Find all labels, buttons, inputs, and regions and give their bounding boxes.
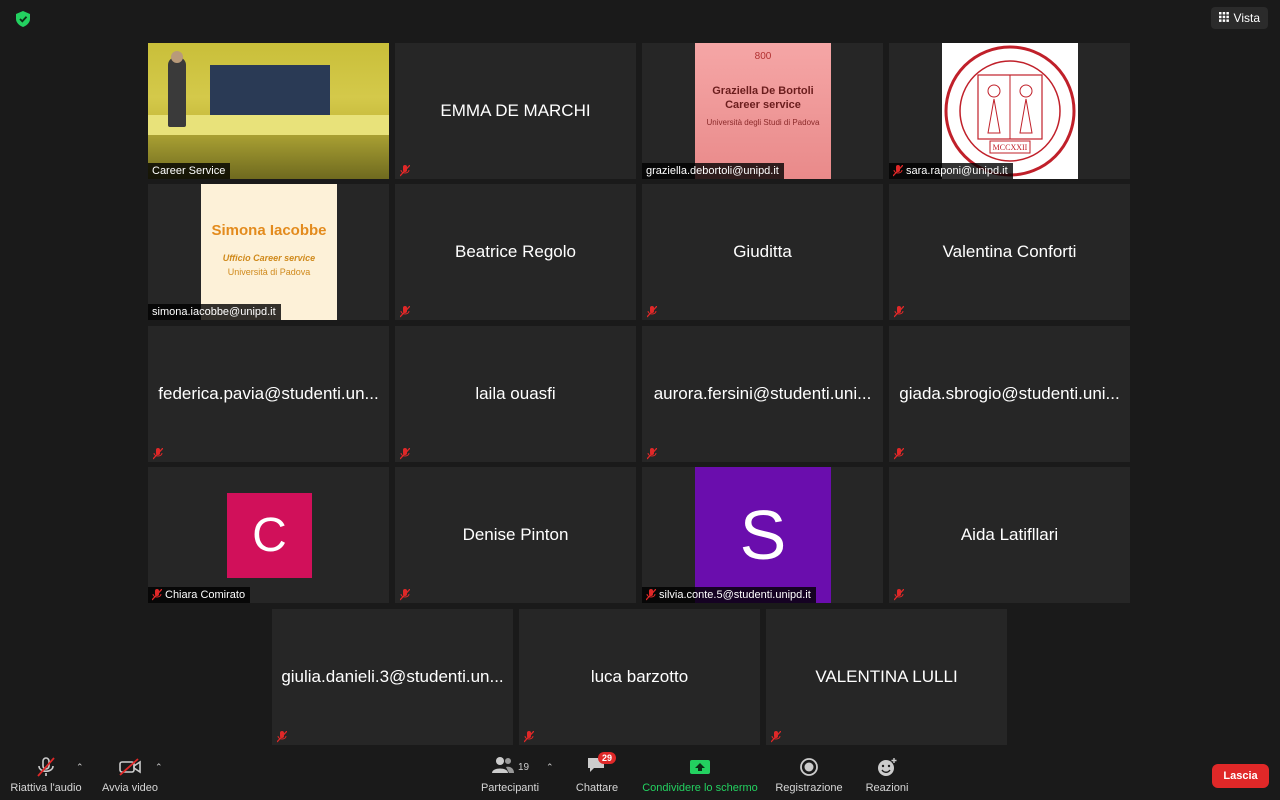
mic-muted-icon xyxy=(151,447,165,461)
participant-tile-silvia[interactable]: S silvia.conte.5@studenti.unipd.it xyxy=(642,467,883,603)
shared-slide: 800 Graziella De Bortoli Career service … xyxy=(695,43,831,179)
participant-tile-graziella[interactable]: 800 Graziella De Bortoli Career service … xyxy=(642,43,883,179)
participant-name: luca barzotto xyxy=(590,667,689,686)
mic-muted-icon xyxy=(893,165,903,177)
record-button[interactable]: Registrazione xyxy=(772,752,846,800)
mic-muted-icon xyxy=(398,305,412,319)
view-button[interactable]: Vista xyxy=(1210,7,1268,29)
emoji-add-icon xyxy=(876,752,898,782)
university-logo: 800 xyxy=(754,51,772,62)
share-screen-icon xyxy=(689,752,711,782)
mic-muted-icon xyxy=(769,730,783,744)
participant-label: Career Service xyxy=(148,163,231,179)
slide-name: Simona Iacobbe xyxy=(211,222,327,239)
slide-subtitle: Università degli Studi di Padova xyxy=(706,118,820,127)
participant-label: sara.raponi@unipd.it xyxy=(889,163,1013,179)
participant-tile-laila[interactable]: laila ouasfi xyxy=(395,326,636,462)
participant-tile-denise[interactable]: Denise Pinton xyxy=(395,467,636,603)
seal-text: MCCXXII xyxy=(992,143,1028,152)
participant-tile-emma[interactable]: EMMA DE MARCHI xyxy=(395,43,636,179)
audio-options-chevron-icon[interactable]: ⌃ xyxy=(76,762,84,773)
chat-unread-badge: 29 xyxy=(598,752,617,764)
avatar: C xyxy=(227,493,312,578)
video-feed xyxy=(148,43,389,179)
participant-tile-aida[interactable]: Aida Latifllari xyxy=(889,467,1130,603)
participant-name: Aida Latifllari xyxy=(960,525,1059,544)
participant-name: laila ouasfi xyxy=(475,384,556,403)
security-shield-icon[interactable] xyxy=(13,9,33,29)
mic-muted-icon xyxy=(398,588,412,602)
meeting-toolbar: Riattiva l'audio ⌃ Avvia video ⌃ 19 Part… xyxy=(0,752,1280,800)
participant-tile-luca[interactable]: luca barzotto xyxy=(519,609,760,745)
avatar: S xyxy=(695,467,831,603)
participant-name: aurora.fersini@studenti.uni... xyxy=(653,384,872,403)
mic-muted-icon xyxy=(646,589,656,601)
reactions-button[interactable]: Reazioni xyxy=(862,752,912,800)
participant-tile-aurora[interactable]: aurora.fersini@studenti.uni... xyxy=(642,326,883,462)
participants-icon xyxy=(491,756,515,779)
mic-muted-icon xyxy=(398,164,412,178)
participant-tile-giada[interactable]: giada.sbrogio@studenti.uni... xyxy=(889,326,1130,462)
view-label: Vista xyxy=(1233,11,1260,25)
slide-university: Università di Padova xyxy=(227,267,311,277)
participant-tile-career-service[interactable]: Career Service xyxy=(148,43,389,179)
mic-muted-icon xyxy=(275,730,289,744)
university-seal: MCCXXII xyxy=(942,43,1078,179)
leave-meeting-button[interactable]: Lascia xyxy=(1212,764,1269,788)
mic-muted-icon xyxy=(35,752,57,782)
participant-name: giada.sbrogio@studenti.uni... xyxy=(899,384,1120,403)
grid-icon xyxy=(1218,11,1229,25)
chat-button[interactable]: 29 Chattare xyxy=(570,752,624,800)
participant-tile-valentina-lulli[interactable]: VALENTINA LULLI xyxy=(766,609,1007,745)
slide-title-line1: Graziella De Bortoli xyxy=(712,85,814,97)
slide-title-line2: Career service xyxy=(725,99,801,111)
mic-muted-icon xyxy=(892,447,906,461)
participants-options-chevron-icon[interactable]: ⌃ xyxy=(546,762,554,773)
shared-slide: Simona Iacobbe Ufficio Career service Un… xyxy=(201,184,337,320)
mic-muted-icon xyxy=(645,447,659,461)
participant-name: Valentina Conforti xyxy=(942,242,1077,261)
participant-name: giulia.danieli.3@studenti.un... xyxy=(281,667,504,686)
participant-tile-giuditta[interactable]: Giuditta xyxy=(642,184,883,320)
participant-tile-giulia[interactable]: giulia.danieli.3@studenti.un... xyxy=(272,609,513,745)
mic-muted-icon xyxy=(522,730,536,744)
video-options-chevron-icon[interactable]: ⌃ xyxy=(155,762,163,773)
participant-name: VALENTINA LULLI xyxy=(815,667,958,686)
mic-muted-icon xyxy=(152,589,162,601)
participant-label: simona.iacobbe@unipd.it xyxy=(148,304,281,320)
mic-muted-icon xyxy=(892,588,906,602)
record-icon xyxy=(799,752,819,782)
mic-muted-icon xyxy=(398,447,412,461)
participant-tile-valentina-conforti[interactable]: Valentina Conforti xyxy=(889,184,1130,320)
participant-tile-chiara[interactable]: C Chiara Comirato xyxy=(148,467,389,603)
participants-button[interactable]: 19 Partecipanti xyxy=(476,752,544,800)
participant-name: Beatrice Regolo xyxy=(455,242,576,261)
participant-name: Giuditta xyxy=(733,242,792,261)
participant-name: Denise Pinton xyxy=(462,525,569,544)
mic-muted-icon xyxy=(892,305,906,319)
participant-tile-sara[interactable]: MCCXXII sara.raponi@unipd.it xyxy=(889,43,1130,179)
participant-label: Chiara Comirato xyxy=(148,587,251,603)
participants-count: 19 xyxy=(517,761,530,773)
slide-office: Ufficio Career service xyxy=(222,253,316,263)
participant-label: graziella.debortoli@unipd.it xyxy=(642,163,784,179)
participant-tile-simona[interactable]: Simona Iacobbe Ufficio Career service Un… xyxy=(148,184,389,320)
unmute-audio-button[interactable]: Riattiva l'audio xyxy=(6,752,86,800)
speaker-person xyxy=(168,57,186,127)
start-video-button[interactable]: Avvia video xyxy=(96,752,164,800)
participant-tile-beatrice[interactable]: Beatrice Regolo xyxy=(395,184,636,320)
participant-label: silvia.conte.5@studenti.unipd.it xyxy=(642,587,816,603)
share-screen-button[interactable]: Condividere lo schermo xyxy=(638,752,762,800)
participant-name: federica.pavia@studenti.un... xyxy=(158,384,379,403)
video-off-icon xyxy=(118,752,142,782)
participant-name: EMMA DE MARCHI xyxy=(440,101,591,120)
mic-muted-icon xyxy=(645,305,659,319)
participant-tile-federica[interactable]: federica.pavia@studenti.un... xyxy=(148,326,389,462)
